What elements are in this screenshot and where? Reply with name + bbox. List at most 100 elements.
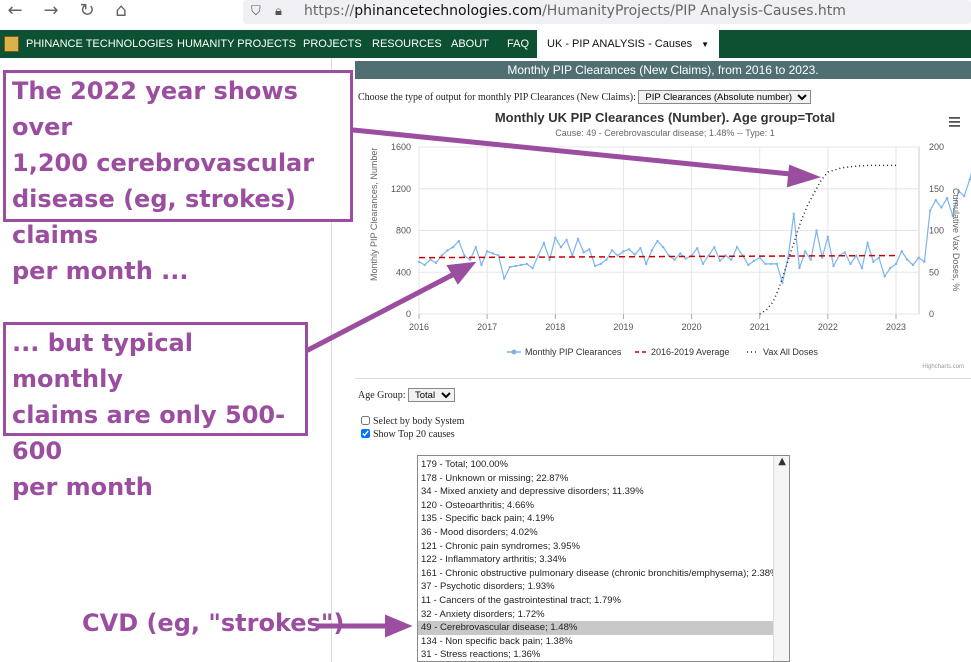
data-point-pip[interactable] [457,239,460,243]
cause-list-item[interactable]: 135 - Specific back pain; 4.19% [418,512,773,526]
data-point-pip[interactable] [894,262,898,266]
data-point-pip[interactable] [622,250,625,253]
scroll-up-icon[interactable]: ▲ [778,456,786,467]
data-point-pip[interactable] [616,254,619,257]
data-point-pip[interactable] [497,254,500,257]
data-point-pip[interactable] [554,236,557,240]
data-point-pip[interactable] [718,259,722,262]
data-point-pip[interactable] [440,254,443,257]
data-point-pip[interactable] [849,262,852,266]
causes-listbox[interactable]: 179 - Total; 100.00% 178 - Unknown or mis… [417,455,790,662]
data-point-pip[interactable] [627,248,631,251]
data-point-pip[interactable] [843,251,847,254]
data-point-pip[interactable] [644,262,648,266]
url-text[interactable]: https://phinancetechnologies.com/Humanit… [304,3,846,19]
cause-list-item[interactable]: 11 - Cancers of the gastrointestinal tra… [418,594,773,608]
nav-item-projects[interactable]: PROJECTS [303,30,362,58]
data-point-pip[interactable] [872,260,875,264]
data-point-pip[interactable] [548,258,551,261]
data-point-pip[interactable] [962,194,966,198]
data-point-pip[interactable] [928,209,932,212]
data-point-pip[interactable] [860,266,864,270]
listbox-scrollbar[interactable]: ▲ [773,456,789,661]
age-group-select[interactable]: Total [408,388,455,402]
cause-list-item[interactable]: 37 - Psychotic disorders; 1.93% [418,580,773,594]
data-point-pip[interactable] [673,258,676,261]
data-point-pip[interactable] [502,277,506,280]
data-point-pip[interactable] [605,258,608,261]
nav-item-active[interactable]: UK - PIP ANALYSIS - Causes ▼ [537,30,720,58]
data-point-pip[interactable] [752,259,756,262]
data-point-pip[interactable] [764,262,767,266]
reload-icon[interactable]: ↻ [74,0,100,24]
data-point-pip[interactable] [934,199,937,202]
home-icon[interactable]: ⌂ [108,0,134,24]
data-point-pip[interactable] [491,252,495,255]
data-point-pip[interactable] [451,246,455,249]
cause-list-item[interactable]: 31 - Stress reactions; 1.36% [418,648,773,661]
data-point-pip[interactable] [945,196,949,200]
data-point-pip[interactable] [542,241,546,245]
legend-item-vax[interactable]: Vax All Doses [763,347,818,357]
shield-icon[interactable]: ⛉ [251,3,261,19]
data-point-pip[interactable] [792,212,795,215]
cause-list-item[interactable]: 134 - Non specific back pain; 1.38% [418,635,773,649]
cause-list-item[interactable]: 161 - Chronic obstructive pulmonary dise… [418,567,778,581]
data-point-pip[interactable] [610,249,614,252]
data-point-pip[interactable] [582,251,585,254]
data-point-pip[interactable] [877,256,881,259]
data-point-pip[interactable] [531,266,534,270]
nav-item-faq[interactable]: FAQ [507,30,529,58]
data-point-pip[interactable] [633,253,636,256]
data-point-pip[interactable] [900,250,903,253]
data-point-pip[interactable] [832,264,835,268]
data-point-pip[interactable] [474,246,477,249]
data-point-pip[interactable] [889,266,892,270]
arrow-right-icon[interactable]: → [38,0,64,24]
data-point-pip[interactable] [520,263,523,267]
nav-brand[interactable]: PHINANCE TECHNOLOGIES [26,30,173,58]
data-point-pip[interactable] [730,258,733,261]
data-point-pip[interactable] [434,261,438,265]
data-point-pip[interactable] [747,263,750,267]
data-point-pip[interactable] [588,248,591,251]
chart-credit[interactable]: Highcharts.com [922,364,964,370]
cause-list-item[interactable]: 121 - Chronic pain syndromes; 3.95% [418,540,773,554]
data-point-pip[interactable] [883,275,886,278]
cause-list-item[interactable]: 120 - Osteoarthritis; 4.66% [418,499,773,513]
lock-icon[interactable]: 🔒︎ [275,3,282,19]
cause-list-item[interactable]: 34 - Mixed anxiety and depressive disord… [418,485,773,499]
cause-list-item[interactable]: 178 - Unknown or missing; 22.87% [418,472,773,486]
data-point-pip[interactable] [423,263,426,267]
data-point-pip[interactable] [656,239,659,243]
cause-list-item[interactable]: 36 - Mood disorders; 4.02% [418,526,773,540]
data-point-pip[interactable] [815,229,818,232]
data-point-pip[interactable] [798,266,801,270]
cause-list-item[interactable]: 32 - Anxiety disorders; 1.72% [418,608,773,622]
data-point-pip[interactable] [826,235,830,238]
data-point-pip[interactable] [940,206,943,209]
data-point-pip[interactable] [525,262,529,266]
hamburger-menu-icon[interactable] [949,117,960,127]
logo-icon[interactable] [4,36,19,52]
data-point-pip[interactable] [866,241,869,245]
data-point-pip[interactable] [911,263,915,267]
data-point-pip[interactable] [803,250,807,253]
data-point-pip[interactable] [775,262,778,266]
data-point-pip[interactable] [468,258,472,261]
data-point-pip[interactable] [514,264,517,268]
data-point-pip[interactable] [769,262,773,266]
legend-item-avg[interactable]: 2016-2019 Average [651,347,729,357]
data-point-pip[interactable] [417,260,421,264]
data-point-pip[interactable] [485,250,489,253]
data-point-pip[interactable] [559,246,563,249]
data-point-pip[interactable] [906,258,909,261]
data-point-pip[interactable] [599,262,602,266]
data-point-pip[interactable] [701,262,705,266]
data-point-pip[interactable] [480,263,483,267]
data-point-pip[interactable] [576,237,580,241]
data-point-pip[interactable] [639,247,642,250]
data-point-pip[interactable] [820,256,824,259]
nav-item-about[interactable]: ABOUT [451,30,489,58]
arrow-left-icon[interactable]: ← [2,0,28,24]
